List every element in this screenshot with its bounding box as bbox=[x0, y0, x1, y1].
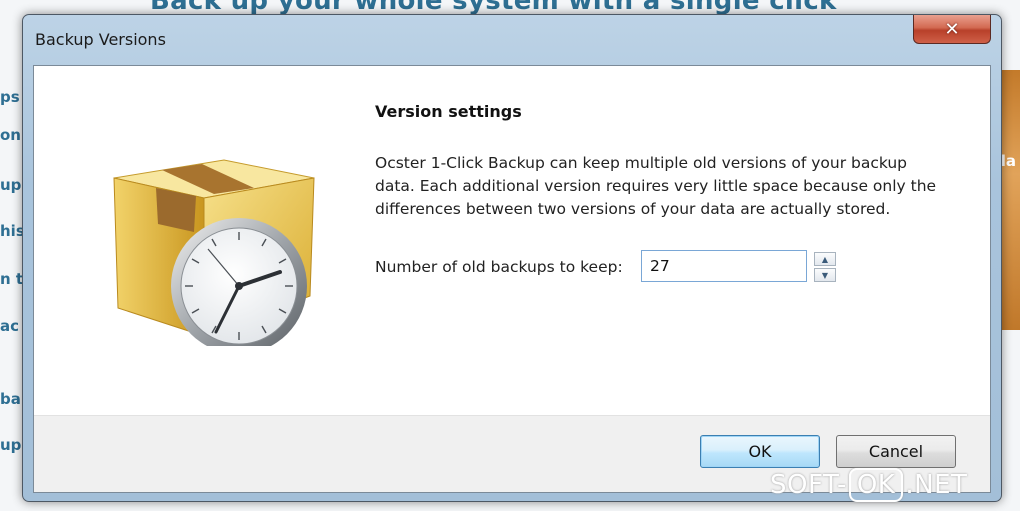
backup-versions-dialog: Backup Versions ✕ Version settings Ocste… bbox=[22, 14, 1002, 502]
watermark: SOFT- OK .NET bbox=[770, 468, 967, 502]
background-left-text: ps bbox=[0, 88, 20, 106]
background-right-text: la bbox=[1000, 152, 1016, 170]
title-bar[interactable]: Backup Versions ✕ bbox=[23, 15, 1001, 65]
arrow-down-icon: ▼ bbox=[821, 270, 829, 280]
background-left-text: up bbox=[0, 436, 22, 454]
backups-count-input[interactable] bbox=[641, 250, 807, 282]
background-left-text: ba bbox=[0, 390, 21, 408]
close-icon: ✕ bbox=[944, 18, 960, 40]
background-right-stripe bbox=[1000, 70, 1020, 330]
ok-button[interactable]: OK bbox=[700, 435, 820, 468]
cancel-button[interactable]: Cancel bbox=[836, 435, 956, 468]
backups-count-stepper[interactable]: ▲ ▼ bbox=[814, 252, 836, 282]
watermark-right: .NET bbox=[905, 470, 968, 500]
arrow-up-icon: ▲ bbox=[821, 254, 829, 264]
background-left-text: n t bbox=[0, 270, 24, 288]
background-left-text: up bbox=[0, 176, 22, 194]
watermark-left: SOFT- bbox=[770, 470, 847, 500]
spin-up-button[interactable]: ▲ bbox=[814, 252, 836, 266]
watermark-boxed: OK bbox=[848, 468, 904, 502]
dialog-content: Version settings Ocster 1-Click Backup c… bbox=[33, 65, 991, 493]
close-button[interactable]: ✕ bbox=[913, 15, 991, 44]
spin-down-button[interactable]: ▼ bbox=[814, 268, 836, 282]
description-text: Ocster 1-Click Backup can keep multiple … bbox=[375, 154, 937, 218]
window-title: Backup Versions bbox=[35, 30, 166, 49]
backups-count-label: Number of old backups to keep: bbox=[375, 258, 623, 276]
background-left-text: ac bbox=[0, 317, 20, 335]
box-with-clock-icon bbox=[113, 159, 315, 346]
section-title: Version settings bbox=[375, 102, 522, 121]
